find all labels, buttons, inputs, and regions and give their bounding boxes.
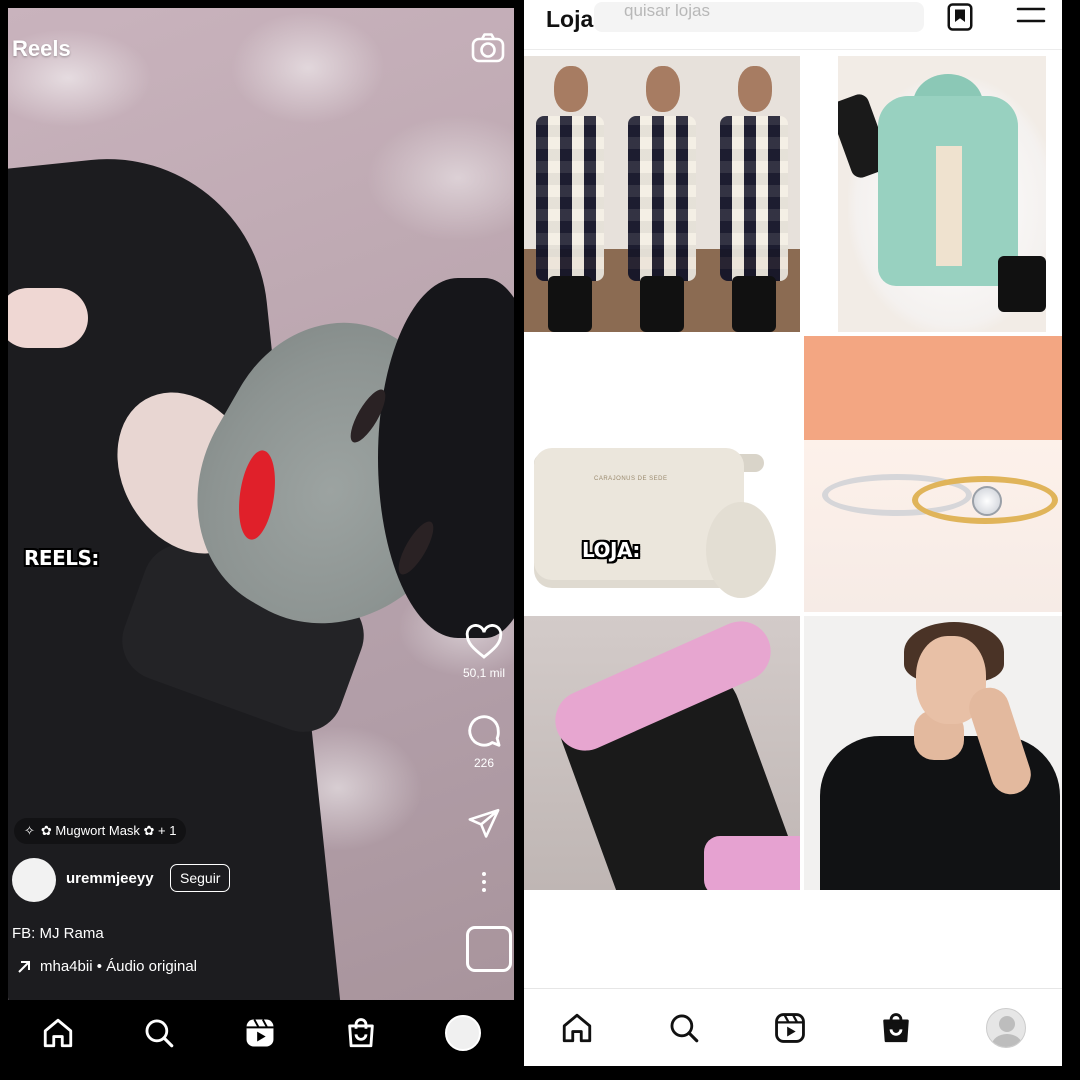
sparkles-icon: ✧ xyxy=(24,823,35,838)
shop-icon[interactable] xyxy=(879,1011,913,1045)
bag-brand: CARAJONUS DE SEDE xyxy=(594,476,668,482)
product-tile-rings[interactable] xyxy=(804,336,1062,612)
plaid-coat xyxy=(720,116,788,281)
reels-bottom-nav xyxy=(8,1000,514,1066)
reels-screen: Reels REELS: 50,1 mil 226 ✧ ✿ Mugwort Ma… xyxy=(8,8,514,1000)
home-icon[interactable] xyxy=(41,1016,75,1050)
profile-avatar[interactable] xyxy=(985,1007,1026,1048)
reels-overlay-label: REELS: xyxy=(24,546,99,570)
reels-icon[interactable] xyxy=(773,1011,807,1045)
more-action[interactable] xyxy=(454,870,514,894)
shop-title: Loja xyxy=(546,6,594,32)
shop-overlay-label: LOJA: xyxy=(582,538,640,562)
profile-avatar[interactable] xyxy=(444,1015,481,1051)
plaid-coat xyxy=(536,116,604,281)
model-legs xyxy=(640,276,684,332)
product-tile-boot[interactable] xyxy=(524,616,800,890)
audio-label: mha4bii • Áudio original xyxy=(40,958,198,975)
comment-icon[interactable] xyxy=(465,712,503,750)
plaid-coat xyxy=(628,116,696,281)
reel-video[interactable] xyxy=(8,8,514,1000)
product-photo xyxy=(616,56,708,332)
product-tile-cream-bag[interactable]: CARAJONUS DE SEDE xyxy=(524,336,800,612)
product-tile-mint-jacket[interactable] xyxy=(838,56,1046,332)
peach-backdrop xyxy=(804,336,1062,440)
shop-icon[interactable] xyxy=(344,1016,378,1050)
send-icon[interactable] xyxy=(466,806,502,840)
share-action[interactable] xyxy=(454,806,514,840)
diamond-stone xyxy=(972,486,1002,516)
black-handbag xyxy=(998,256,1046,312)
ring-surface xyxy=(804,440,1062,612)
model-legs xyxy=(732,276,776,332)
menu-icon[interactable] xyxy=(1016,6,1046,30)
audio-thumbnail[interactable] xyxy=(466,926,512,972)
bookmark-icon[interactable] xyxy=(944,2,976,32)
search-icon[interactable] xyxy=(142,1016,176,1050)
arrow-up-right-icon xyxy=(18,960,30,973)
product-tile-plaid-coat[interactable] xyxy=(524,56,800,332)
shop-screen: quisar lojas Loja CARAJONUS DE SEDE LOJA… xyxy=(524,0,1062,1066)
creator-avatar[interactable] xyxy=(12,858,56,902)
heart-icon[interactable] xyxy=(465,624,503,660)
reel-caption[interactable]: FB: MJ Rama xyxy=(12,925,104,942)
follow-button[interactable]: Seguir xyxy=(170,864,231,892)
reels-icon[interactable] xyxy=(243,1016,277,1050)
model-head xyxy=(738,66,772,112)
model-head xyxy=(554,66,588,112)
comment-action[interactable]: 226 xyxy=(454,712,514,770)
shop-bottom-nav xyxy=(524,988,1062,1066)
product-photo xyxy=(524,56,616,332)
home-icon[interactable] xyxy=(560,1011,594,1045)
model-legs xyxy=(548,276,592,332)
like-count: 50,1 mil xyxy=(462,666,506,680)
model-head xyxy=(646,66,680,112)
search-icon[interactable] xyxy=(667,1011,701,1045)
reels-title: Reels xyxy=(12,36,71,61)
shop-header: quisar lojas Loja xyxy=(524,0,1062,50)
audio-info[interactable]: mha4bii • Áudio original xyxy=(16,958,197,975)
more-vertical-icon[interactable] xyxy=(474,870,494,894)
video-hand xyxy=(8,288,88,348)
product-photo xyxy=(708,56,800,332)
jacket-lining xyxy=(936,146,962,266)
creator-username[interactable]: uremmjeeyy xyxy=(66,870,154,887)
coin-pouch xyxy=(706,502,776,598)
effect-name: ✿ Mugwort Mask ✿ + 1 xyxy=(40,823,177,838)
effect-pill[interactable]: ✧ ✿ Mugwort Mask ✿ + 1 xyxy=(14,818,187,844)
pink-heel xyxy=(704,836,800,890)
comment-count: 226 xyxy=(473,756,495,770)
shop-search-input[interactable]: quisar lojas xyxy=(594,2,924,32)
like-action[interactable]: 50,1 mil xyxy=(454,624,514,680)
camera-icon[interactable] xyxy=(470,30,506,66)
product-tile-black-top[interactable] xyxy=(804,616,1062,890)
